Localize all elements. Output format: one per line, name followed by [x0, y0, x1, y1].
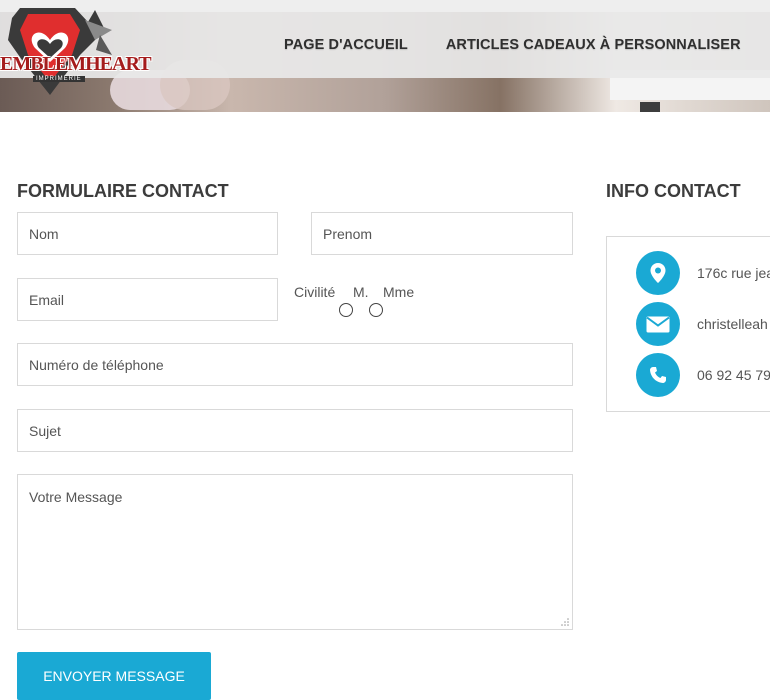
- civilite-radio-m[interactable]: [339, 303, 353, 317]
- info-title: INFO CONTACT: [606, 181, 741, 201]
- info-phone[interactable]: 06 92 45 79: [697, 367, 770, 383]
- logo-text: EMBLEMHEART: [0, 53, 152, 75]
- info-email-row: christelleah: [636, 302, 768, 346]
- info-box: 176c rue jea christelleah 06 92 45 79: [606, 236, 770, 412]
- nom-placeholder: Nom: [29, 225, 59, 242]
- top-strip: [0, 0, 770, 12]
- info-email[interactable]: christelleah: [697, 316, 768, 332]
- info-address-row: 176c rue jea: [636, 251, 770, 295]
- info-address: 176c rue jea: [697, 265, 770, 281]
- logo-subtitle: IMPRIMERIE: [33, 76, 85, 82]
- nav-links: PAGE D'ACCUEIL ARTICLES CADEAUX À PERSON…: [284, 12, 770, 78]
- nav-item-articles[interactable]: ARTICLES CADEAUX À PERSONNALISER: [446, 37, 741, 53]
- sujet-placeholder: Sujet: [29, 422, 61, 439]
- logo[interactable]: EMBLEMHEART IMPRIMERIE: [0, 0, 152, 100]
- email-field[interactable]: Email: [17, 278, 278, 321]
- civilite-option-m-label: M.: [353, 284, 369, 300]
- submit-button[interactable]: ENVOYER MESSAGE: [17, 652, 211, 700]
- message-placeholder: Votre Message: [29, 489, 123, 505]
- phone-field[interactable]: Numéro de téléphone: [17, 343, 573, 386]
- map-pin-icon: [636, 251, 680, 295]
- logo-emblem-icon: [8, 8, 112, 95]
- nom-field[interactable]: Nom: [17, 212, 278, 255]
- resize-grip-icon[interactable]: [561, 618, 569, 626]
- message-textarea[interactable]: Votre Message: [17, 474, 573, 630]
- civilite-label: Civilité: [294, 284, 336, 300]
- form-title: FORMULAIRE CONTACT: [17, 181, 229, 201]
- phone-icon: [636, 353, 680, 397]
- hero-decoration: [640, 102, 660, 112]
- info-phone-row: 06 92 45 79: [636, 353, 770, 397]
- phone-placeholder: Numéro de téléphone: [29, 356, 164, 373]
- nav-item-accueil[interactable]: PAGE D'ACCUEIL: [284, 37, 408, 53]
- civilite-option-mme-label: Mme: [383, 284, 415, 300]
- prenom-field[interactable]: Prenom: [311, 212, 573, 255]
- civilite-radio-mme[interactable]: [369, 303, 383, 317]
- prenom-placeholder: Prenom: [323, 225, 373, 242]
- sujet-field[interactable]: Sujet: [17, 409, 573, 452]
- envelope-icon: [636, 302, 680, 346]
- email-placeholder: Email: [29, 291, 65, 308]
